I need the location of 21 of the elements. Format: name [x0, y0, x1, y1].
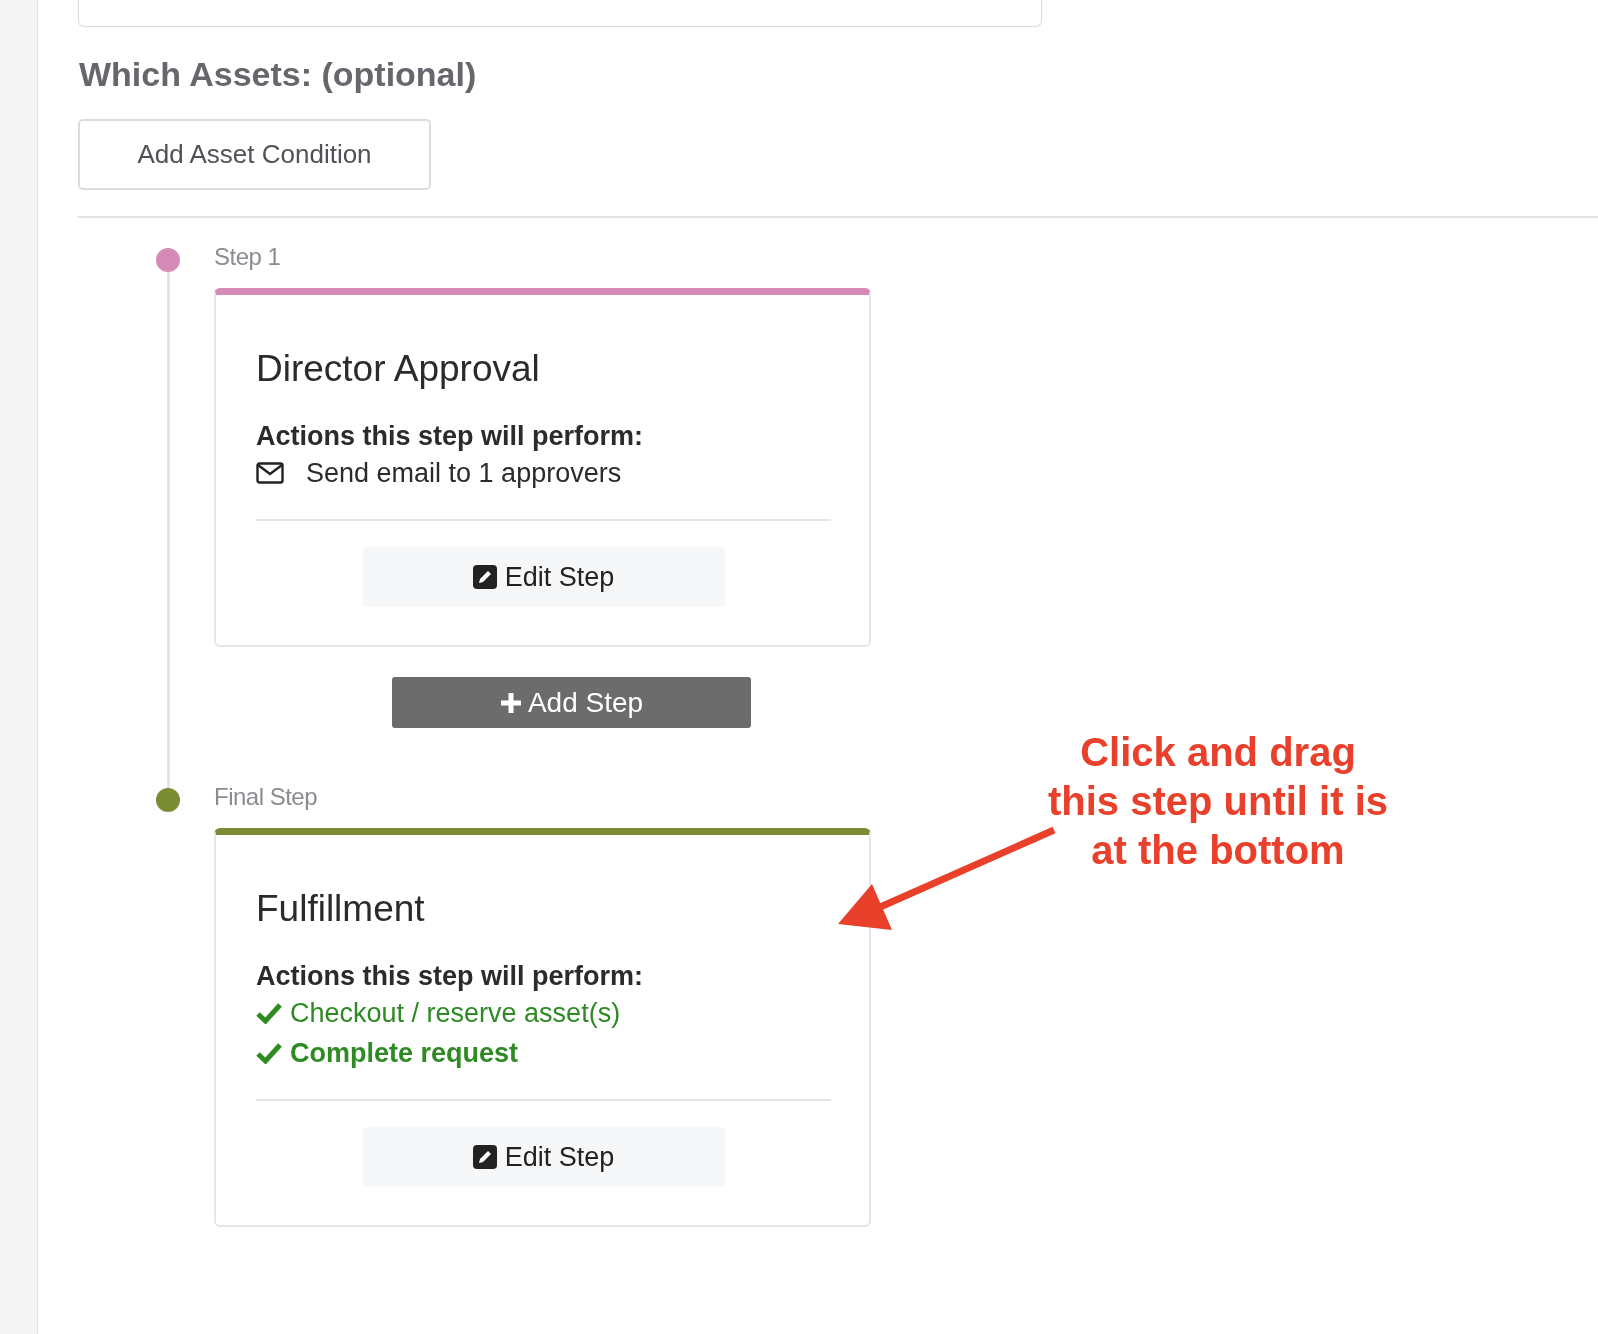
pencil-icon — [472, 1145, 497, 1169]
edit-step-button[interactable]: Edit Step — [362, 1127, 725, 1187]
envelope-icon — [256, 462, 284, 484]
add-step-button[interactable]: Add Step — [392, 677, 751, 728]
step-title: Fulfillment — [256, 887, 426, 931]
step-title: Director Approval — [256, 347, 541, 391]
pencil-icon — [472, 565, 497, 589]
step-label: Final Step — [214, 782, 319, 812]
step-label: Step 1 — [214, 242, 282, 272]
action-text: Send email to 1 approvers — [306, 457, 622, 490]
actions-heading: Actions this step will perform: — [256, 960, 645, 993]
plus-icon — [499, 691, 522, 714]
annotation-text: Click and drag this step until it is at the bottom — [1047, 729, 1389, 874]
checkmark-icon — [256, 1042, 282, 1064]
actions-heading: Actions this step will perform: — [256, 420, 645, 453]
checkmark-icon — [256, 1002, 282, 1024]
action-text: Complete request — [290, 1037, 519, 1070]
add-asset-condition-button[interactable]: Add Asset Condition — [78, 119, 431, 190]
edit-step-button[interactable]: Edit Step — [362, 547, 725, 607]
action-text: Checkout / reserve asset(s) — [290, 997, 621, 1030]
section-heading: Which Assets: (optional) — [79, 54, 478, 95]
